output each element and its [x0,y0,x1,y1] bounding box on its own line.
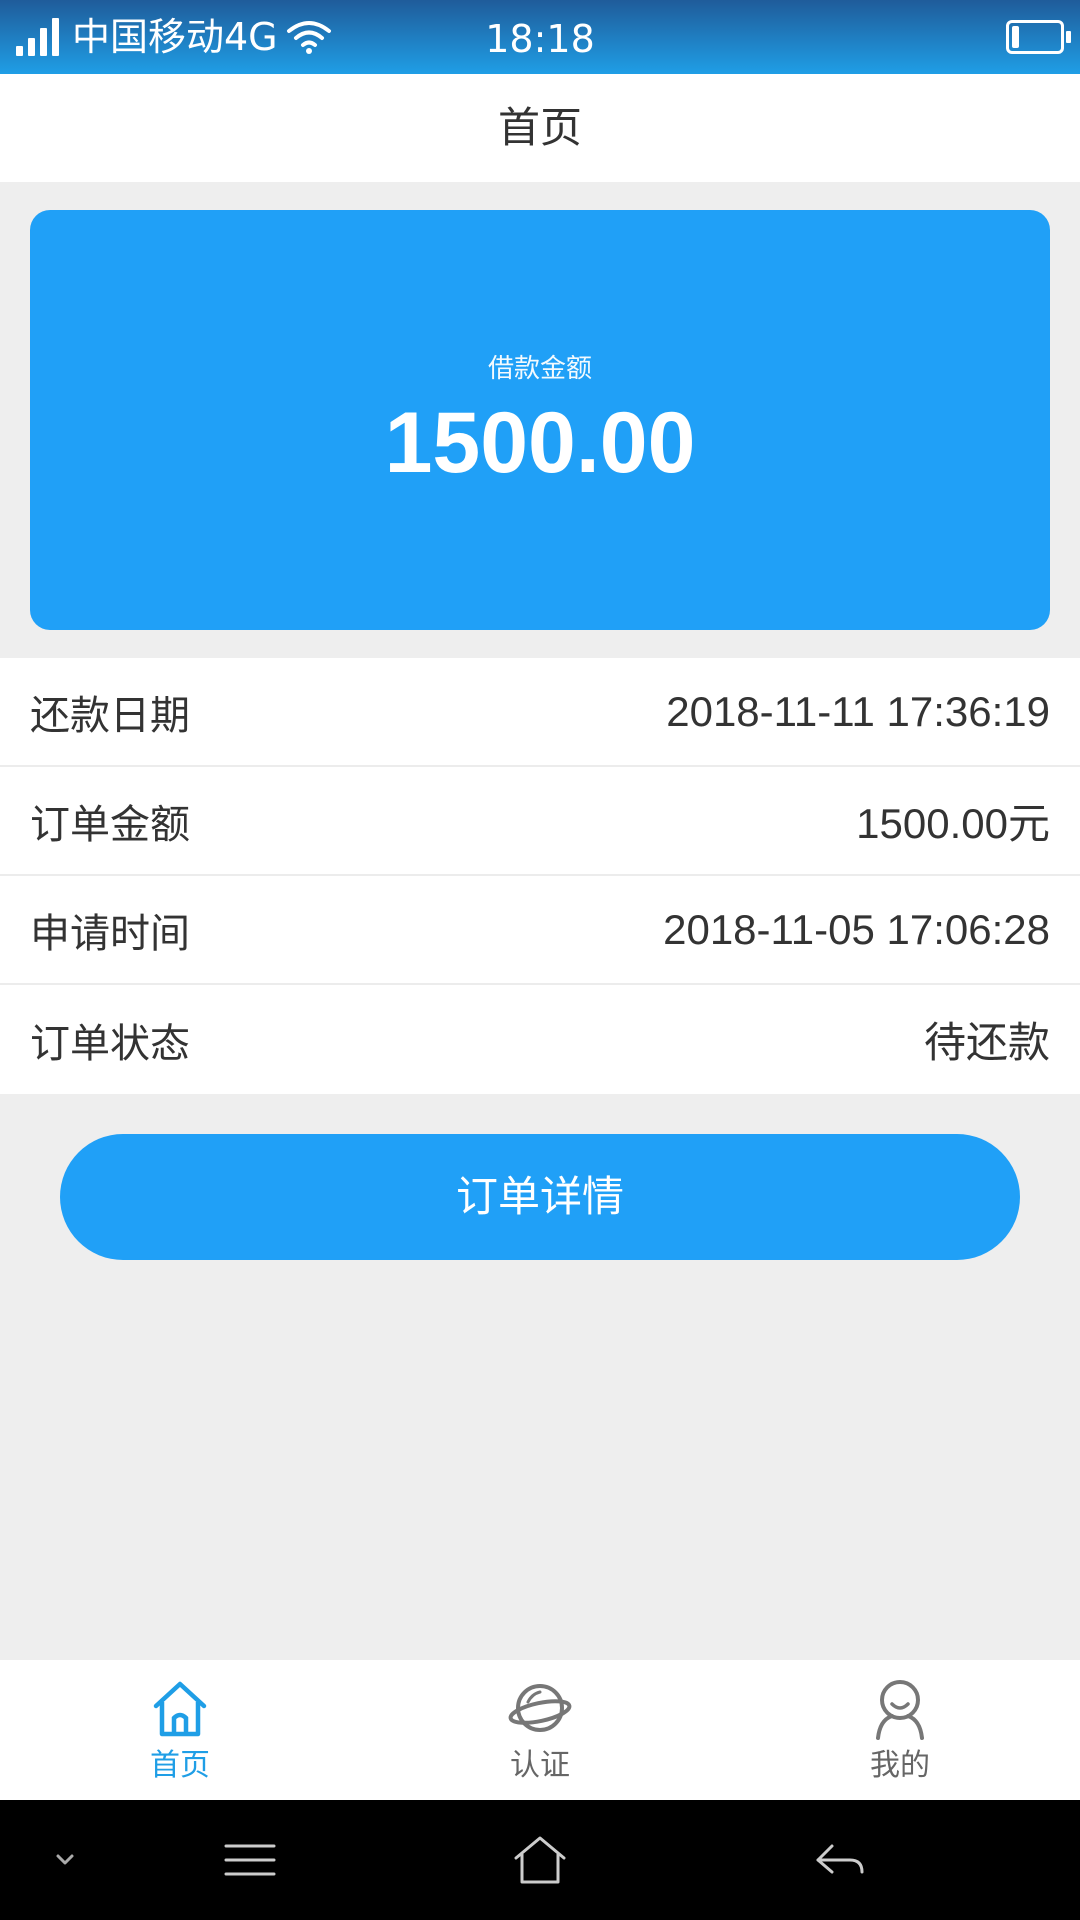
back-button[interactable] [800,1800,880,1920]
menu-button[interactable] [210,1800,290,1920]
tab-label: 认证 [510,1748,570,1783]
info-label: 订单状态 [30,1020,190,1067]
tab-mine[interactable]: 我的 [720,1660,1080,1800]
planet-icon [508,1684,572,1732]
home-icon [514,1836,566,1884]
collapse-button[interactable] [30,1800,100,1920]
title-bar: 首页 [0,74,1080,182]
tab-label: 首页 [150,1748,210,1783]
battery-level [1012,26,1019,48]
info-value: 2018-11-11 17:36:19 [666,687,1050,735]
order-detail-button[interactable]: 订单详情 [60,1134,1020,1260]
info-value: 待还款 [923,1019,1050,1066]
loan-amount-label: 借款金额 [487,354,592,384]
back-icon [816,1844,864,1874]
info-row-order-amount: 订单金额 1500.00元 [0,767,1080,876]
tab-home[interactable]: 首页 [0,1660,360,1800]
clock: 18:18 [485,17,595,61]
chevron-down-icon [56,1854,74,1865]
system-home-button[interactable] [500,1800,580,1920]
page-title: 首页 [497,103,582,152]
info-row-repay-date: 还款日期 2018-11-11 17:36:19 [0,658,1080,767]
status-bar: 中国移动4G 18:18 [0,0,1080,74]
info-value: 1500.00元 [856,800,1050,847]
loan-amount-card: 借款金额 1500.00 [30,210,1050,630]
tab-label: 我的 [870,1748,930,1783]
loan-amount-value: 1500.00 [384,395,696,491]
tab-verify[interactable]: 认证 [360,1660,720,1800]
info-row-order-status: 订单状态 待还款 [0,985,1080,1094]
screen: 中国移动4G 18:18 首页 借款金额 1500.00 还款日期 2018-1… [0,0,1080,1920]
menu-icon [224,1844,276,1876]
info-label: 申请时间 [30,910,190,957]
info-label: 还款日期 [30,692,190,739]
info-row-apply-time: 申请时间 2018-11-05 17:06:28 [0,876,1080,985]
battery-icon [1006,20,1071,54]
system-nav-bar [0,1800,1080,1920]
info-value: 2018-11-05 17:06:28 [663,905,1050,953]
order-info-list: 还款日期 2018-11-11 17:36:19 订单金额 1500.00元 申… [0,658,1080,1094]
user-icon [876,1680,924,1740]
tab-bar: 首页 认证 我的 [0,1660,1080,1800]
home-icon [153,1681,207,1737]
info-label: 订单金额 [30,801,190,848]
